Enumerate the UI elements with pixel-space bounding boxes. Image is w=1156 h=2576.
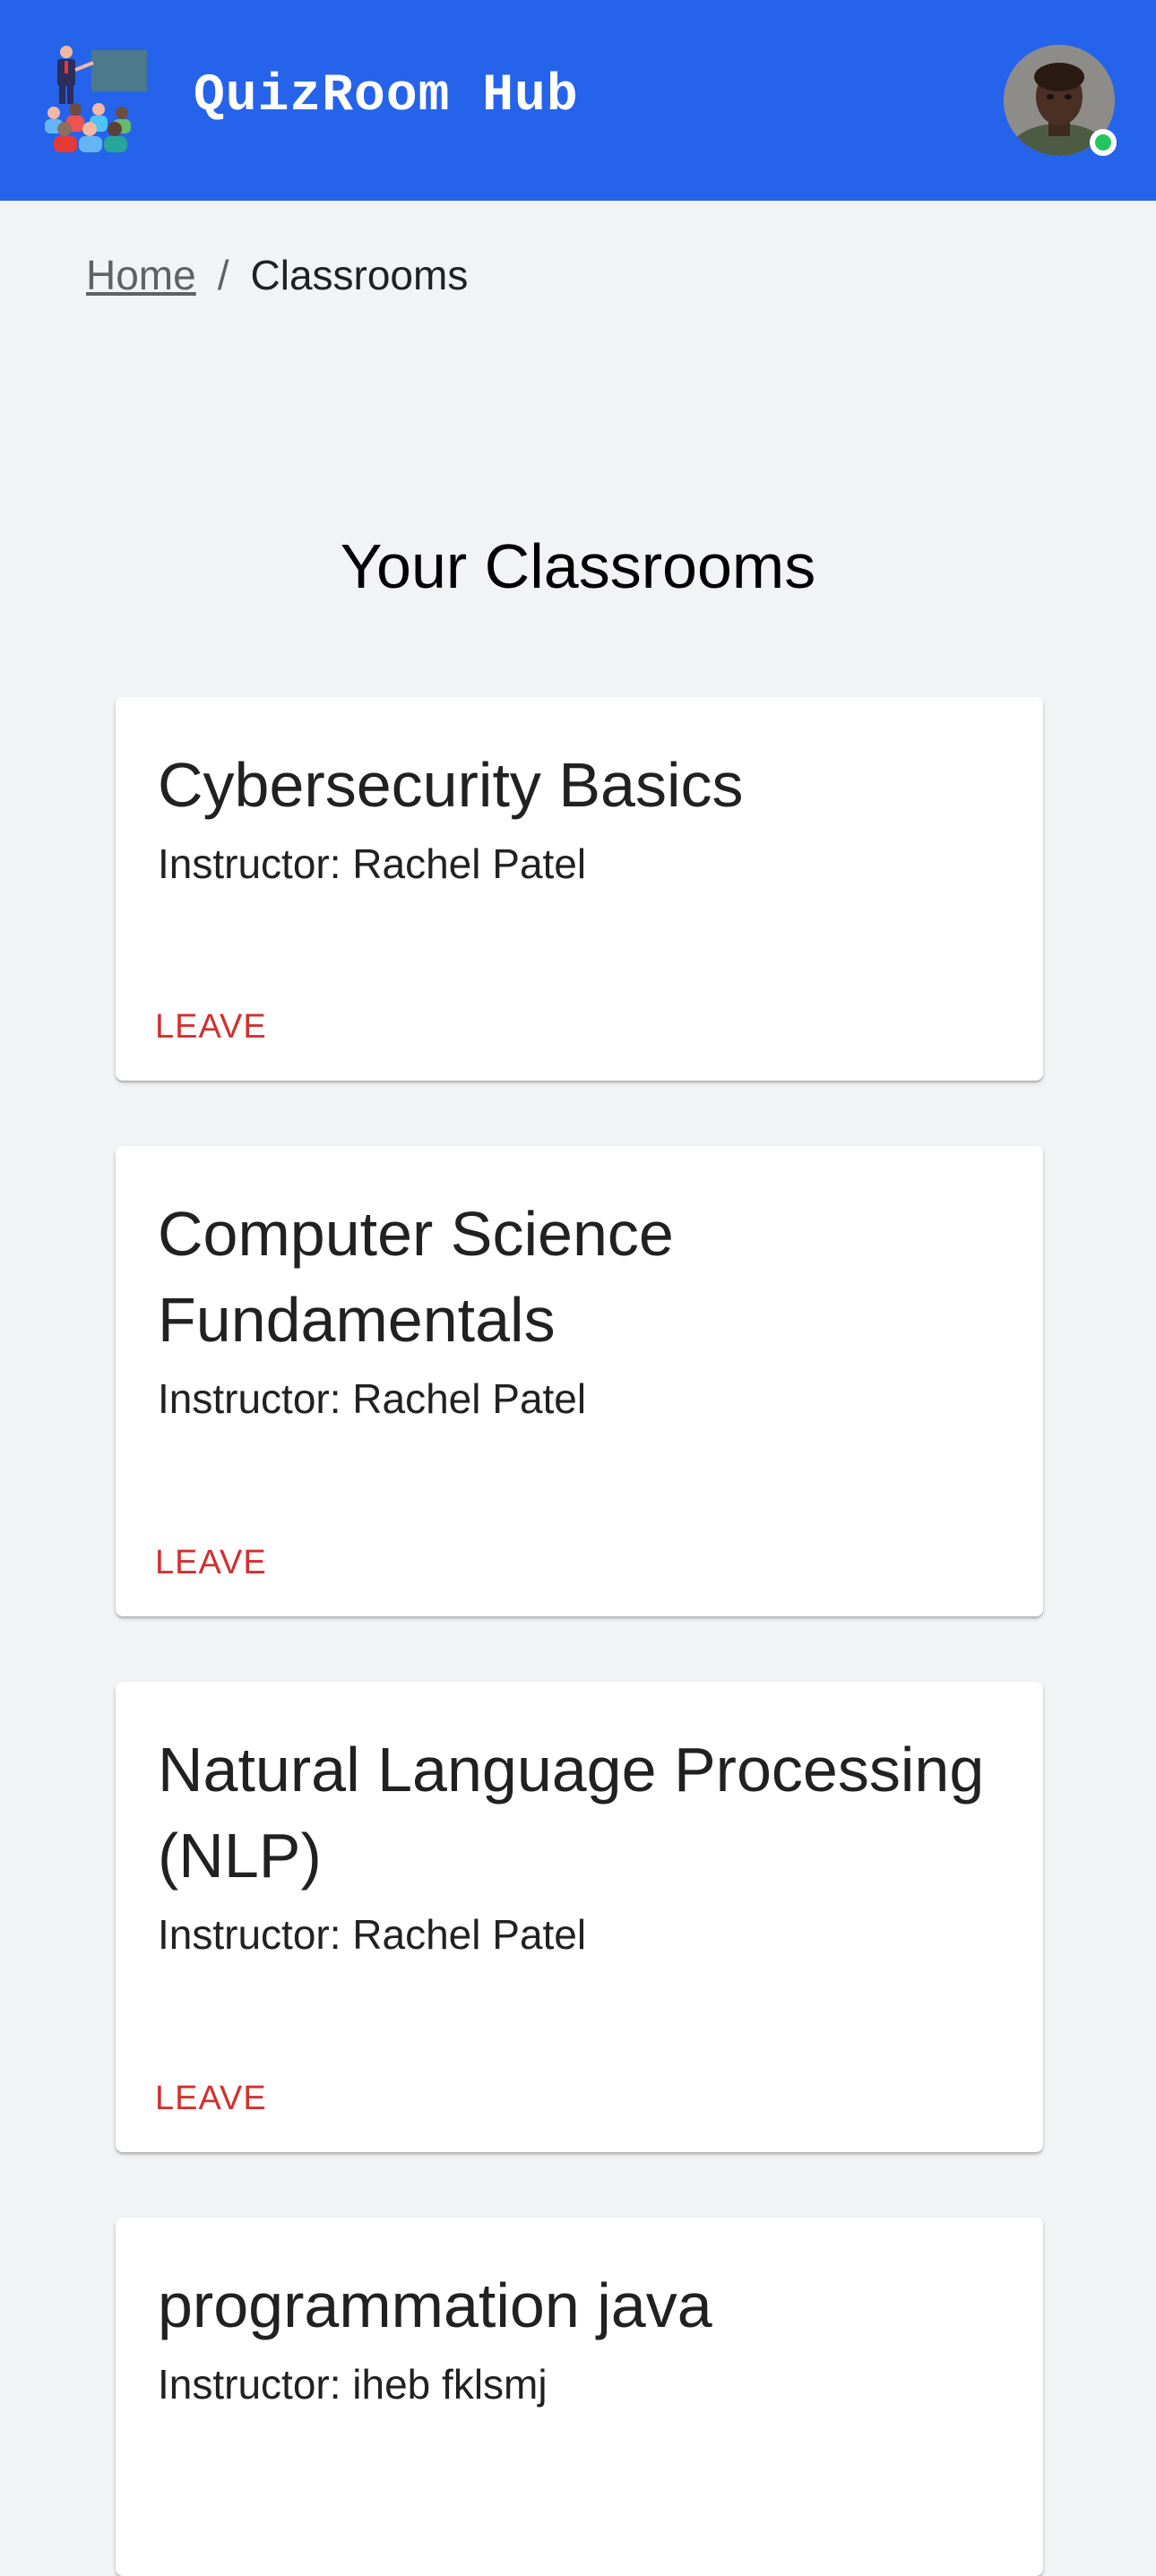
classroom-card[interactable]: programmation java Instructor: iheb fkls… xyxy=(116,2218,1043,2576)
classroom-instructor: Instructor: Rachel Patel xyxy=(158,1375,587,1422)
breadcrumb: Home / Classrooms xyxy=(86,246,468,305)
classroom-instructor: Instructor: Rachel Patel xyxy=(158,840,587,887)
leave-button[interactable]: LEAVE xyxy=(142,1536,280,1590)
classroom-card[interactable]: Natural Language Processing (NLP) Instru… xyxy=(116,1682,1043,2152)
breadcrumb-separator: / xyxy=(217,252,229,298)
classroom-card[interactable]: Computer Science Fundamentals Instructor… xyxy=(116,1146,1043,1616)
leave-button[interactable]: LEAVE xyxy=(142,2072,280,2125)
classroom-title: Natural Language Processing (NLP) xyxy=(158,1735,985,1891)
classroom-title: Cybersecurity Basics xyxy=(158,750,744,820)
page-title: Your Classrooms xyxy=(340,531,816,601)
classroom-instructor: Instructor: Rachel Patel xyxy=(158,1911,587,1958)
app-bar: QuizRoom Hub xyxy=(0,0,1156,201)
user-avatar[interactable] xyxy=(1004,45,1117,156)
online-status-badge xyxy=(1090,129,1117,156)
app-title[interactable]: QuizRoom Hub xyxy=(194,63,579,131)
classroom-instructor: Instructor: iheb fklsmj xyxy=(158,2361,548,2408)
classroom-teacher-icon[interactable] xyxy=(39,41,154,156)
classroom-title: Computer Science Fundamentals xyxy=(158,1199,674,1355)
breadcrumb-home-link[interactable]: Home xyxy=(86,252,196,298)
classroom-title: programmation java xyxy=(158,2270,712,2340)
breadcrumb-current: Classrooms xyxy=(250,252,469,298)
classroom-card[interactable]: Cybersecurity Basics Instructor: Rachel … xyxy=(116,697,1043,1081)
leave-button[interactable]: LEAVE xyxy=(142,1000,280,1054)
